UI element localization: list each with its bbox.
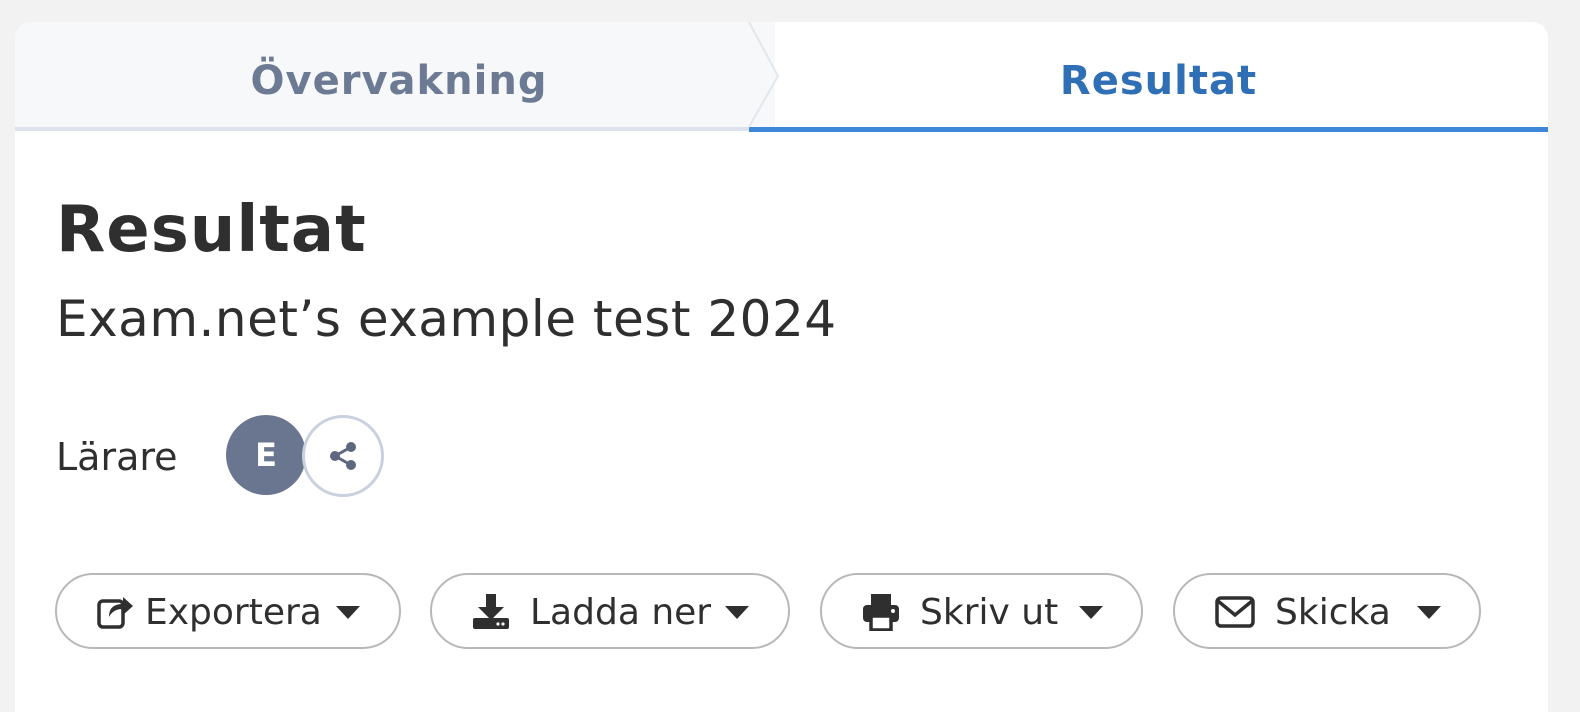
download-icon (473, 594, 509, 629)
tab-separator-arrow (748, 22, 780, 128)
send-button[interactable]: Skicka (1173, 573, 1481, 649)
export-label: Exportera (145, 592, 322, 633)
exam-title: Exam.net’s example test 2024 (56, 290, 837, 348)
share-icon (330, 442, 356, 470)
chevron-down-icon (336, 606, 360, 619)
chevron-down-icon (1417, 606, 1441, 619)
download-label: Ladda ner (530, 592, 712, 633)
export-button[interactable]: Exportera (55, 573, 401, 649)
print-icon (863, 594, 899, 631)
teachers-label: Lärare (56, 435, 178, 479)
share-button[interactable] (302, 415, 384, 497)
print-label: Skriv ut (920, 592, 1059, 633)
envelope-icon (1215, 596, 1255, 628)
print-button[interactable]: Skriv ut (820, 573, 1143, 649)
download-button[interactable]: Ladda ner (430, 573, 790, 649)
teacher-avatar[interactable]: E (226, 415, 306, 495)
send-label: Skicka (1275, 592, 1391, 633)
tab-monitoring-label: Övervakning (250, 58, 548, 104)
export-icon (97, 597, 133, 629)
results-card: Övervakning Resultat Resultat Exam.net’s… (15, 22, 1548, 712)
tab-results-label: Resultat (1059, 58, 1258, 104)
tab-bar: Övervakning Resultat (15, 22, 1548, 132)
chevron-down-icon (1079, 606, 1103, 619)
tab-monitoring[interactable]: Övervakning (15, 22, 775, 131)
page-title: Resultat (56, 193, 367, 267)
tab-results[interactable]: Resultat (749, 22, 1548, 132)
chevron-down-icon (725, 606, 749, 619)
